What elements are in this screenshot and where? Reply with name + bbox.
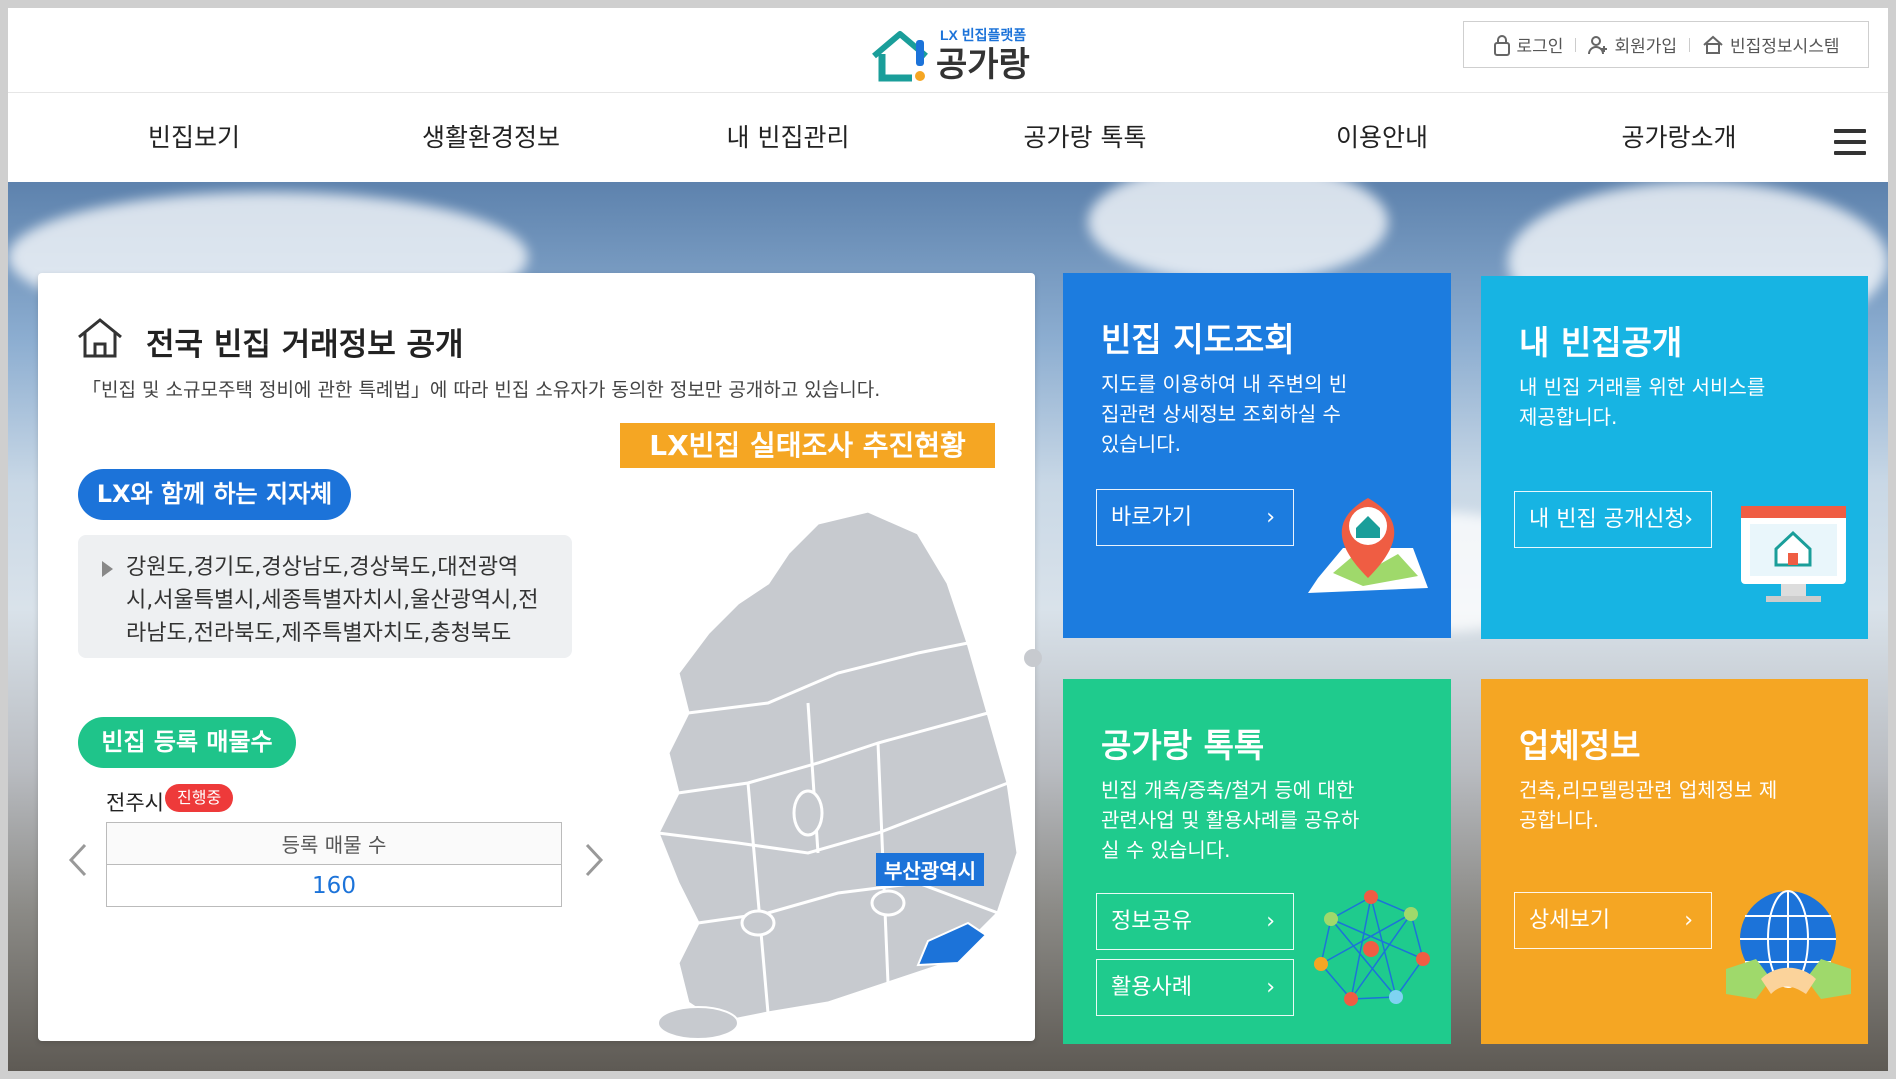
chevron-right-icon: ›	[1266, 505, 1275, 530]
panel-description: 「빈집 및 소규모주택 정비에 관한 특례법」에 따라 빈집 소유자가 동의한 …	[82, 379, 881, 401]
cloud-decoration	[1088, 182, 1388, 282]
use-cases-button[interactable]: 활용사례 ›	[1096, 959, 1294, 1016]
lock-icon	[1493, 34, 1510, 56]
card-map-search: 빈집 지도조회 지도를 이용하여 내 주변의 빈집관련 상세정보 조회하실 수 …	[1063, 273, 1451, 638]
globe-handshake-icon	[1726, 890, 1851, 999]
map-pin-icon	[1308, 498, 1428, 593]
city-name: 전주시	[106, 791, 164, 815]
vacant-system-label: 빈집정보시스템	[1730, 37, 1840, 57]
card-title: 빈집 지도조회	[1101, 320, 1295, 359]
table-header: 등록 매물 수	[106, 822, 562, 865]
card-company-info: 업체정보 건축,리모델링관련 업체정보 제공합니다. 상세보기 ›	[1481, 679, 1868, 1044]
chevron-right-icon[interactable]	[584, 843, 604, 877]
button-label: 정보공유	[1111, 909, 1192, 934]
card-description: 빈집 개축/증축/철거 등에 대한 관련사업 및 활용사례를 공유하실 수 있습…	[1101, 778, 1360, 862]
nav-item-about[interactable]: 공가랑소개	[1529, 94, 1829, 182]
chevron-right-icon: ›	[1266, 909, 1275, 934]
nav-item-living-env[interactable]: 생활환경정보	[341, 94, 641, 182]
util-divider	[1575, 37, 1577, 52]
go-button[interactable]: 바로가기 ›	[1096, 489, 1294, 546]
button-label: 내 빈집 공개신청	[1529, 507, 1685, 532]
info-share-button[interactable]: 정보공유 ›	[1096, 893, 1294, 950]
map-jeju[interactable]	[657, 1006, 739, 1040]
login-label: 로그인	[1516, 37, 1564, 57]
map-label-busan: 부산광역시	[876, 853, 984, 886]
card-description: 건축,리모델링관련 업체정보 제공합니다.	[1519, 778, 1778, 832]
chevron-right-icon: ›	[1684, 507, 1693, 532]
vacant-info-panel: 전국 빈집 거래정보 공개 「빈집 및 소규모주택 정비에 관한 특례법」에 따…	[38, 273, 1042, 1041]
lx-survey-banner[interactable]: LX빈집 실태조사 추진현황	[620, 423, 995, 468]
user-add-icon	[1588, 35, 1608, 54]
logo-small-text: LX 빈집플랫폼	[940, 27, 1026, 43]
local-gov-list: 강원도,경기도,경상남도,경상북도,대전광역시,서울특별시,세종특별자치시,울산…	[126, 555, 539, 646]
local-gov-pill: LX와 함께 하는 지자체	[78, 469, 351, 520]
vacant-system-link[interactable]: 빈집정보시스템	[1702, 32, 1839, 57]
hamburger-icon[interactable]	[1834, 129, 1866, 155]
main-navigation: 빈집보기 생활환경정보 내 빈집관리 공가랑 톡톡 이용안내 공가랑소개	[8, 94, 1888, 182]
util-divider	[1689, 37, 1690, 52]
page-frame: LX 빈집플랫폼 공가랑 로그인 회원가입 빈집정보시스템 빈집보기 생활환경정…	[8, 8, 1888, 1071]
card-my-vacant-open: 내 빈집공개 내 빈집 거래를 위한 서비스를 제공합니다. 내 빈집 공개신청…	[1481, 276, 1868, 639]
card-description: 내 빈집 거래를 위한 서비스를 제공합니다.	[1519, 375, 1766, 429]
card-description: 지도를 이용하여 내 주변의 빈집관련 상세정보 조회하실 수 있습니다.	[1101, 372, 1348, 456]
local-gov-list-box: 강원도,경기도,경상남도,경상북도,대전광역시,서울특별시,세종특별자치시,울산…	[78, 535, 572, 658]
map-ulleungdo	[1024, 649, 1042, 667]
registered-count-value: 160	[106, 864, 562, 907]
chevron-right-icon: ›	[1684, 908, 1693, 933]
utility-menu: 로그인 회원가입 빈집정보시스템	[1463, 21, 1869, 68]
home-icon	[1703, 35, 1723, 54]
status-badge: 진행중	[165, 784, 234, 812]
button-label: 상세보기	[1529, 908, 1610, 933]
hero-section: 전국 빈집 거래정보 공개 「빈집 및 소규모주택 정비에 관한 특례법」에 따…	[8, 182, 1888, 1071]
korea-map[interactable]	[618, 503, 1058, 1043]
card-title: 내 빈집공개	[1519, 323, 1683, 362]
signup-label: 회원가입	[1614, 37, 1677, 57]
triangle-bullet-icon	[102, 561, 113, 577]
button-label: 활용사례	[1111, 975, 1192, 1000]
top-header: LX 빈집플랫폼 공가랑 로그인 회원가입 빈집정보시스템	[8, 8, 1888, 93]
nav-item-talk[interactable]: 공가랑 톡톡	[935, 94, 1235, 182]
logo-main-text: 공가랑	[936, 45, 1030, 85]
registered-count-pill: 빈집 등록 매물수	[78, 717, 296, 768]
house-outline-icon	[78, 318, 122, 358]
site-logo[interactable]: LX 빈집플랫폼 공가랑	[868, 16, 1048, 88]
monitor-house-icon	[1741, 506, 1846, 602]
card-title: 공가랑 톡톡	[1101, 726, 1265, 765]
open-request-button[interactable]: 내 빈집 공개신청 ›	[1514, 491, 1712, 548]
chevron-right-icon: ›	[1266, 975, 1275, 1000]
panel-title: 전국 빈집 거래정보 공개	[146, 327, 464, 363]
registration-table: 등록 매물 수 160	[106, 822, 562, 907]
detail-view-button[interactable]: 상세보기 ›	[1514, 892, 1712, 949]
button-label: 바로가기	[1111, 505, 1192, 530]
card-talk: 공가랑 톡톡 빈집 개축/증축/철거 등에 대한 관련사업 및 활용사례를 공유…	[1063, 679, 1451, 1044]
network-icon	[1314, 890, 1430, 1006]
nav-item-view-vacant[interactable]: 빈집보기	[44, 94, 344, 182]
card-title: 업체정보	[1519, 726, 1641, 765]
login-link[interactable]: 로그인	[1493, 32, 1564, 57]
signup-link[interactable]: 회원가입	[1588, 32, 1677, 57]
nav-item-my-vacant[interactable]: 내 빈집관리	[638, 94, 938, 182]
chevron-left-icon[interactable]	[68, 843, 88, 877]
nav-item-guide[interactable]: 이용안내	[1232, 94, 1532, 182]
